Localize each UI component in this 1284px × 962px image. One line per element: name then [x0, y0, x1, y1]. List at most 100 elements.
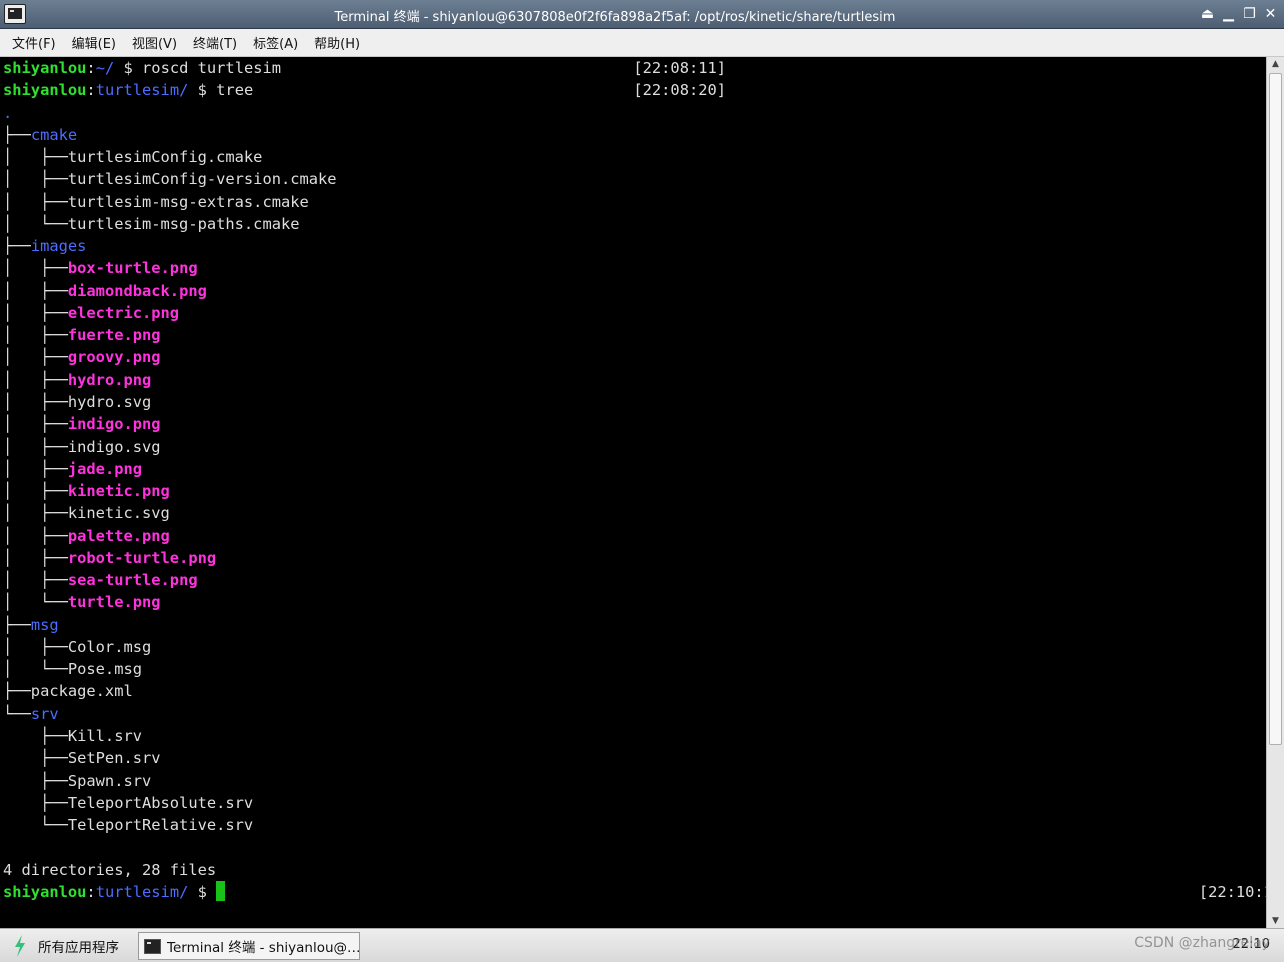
menu-bar: 文件(F) 编辑(E) 视图(V) 终端(T) 标签(A) 帮助(H)	[0, 29, 1284, 57]
terminal-text: :	[86, 59, 96, 77]
terminal-text: fuerte.png	[67, 326, 161, 345]
terminal-text: $ tree	[188, 81, 254, 100]
menu-file[interactable]: 文件(F)	[12, 33, 56, 52]
maximize-icon[interactable]: ❐	[1240, 5, 1259, 24]
terminal-text: shiyanlou	[3, 59, 87, 77]
menu-edit[interactable]: 编辑(E)	[72, 33, 116, 52]
terminal-line: │ ├──kinetic.png	[3, 480, 1263, 502]
watermark: CSDN @zhangrelay	[1134, 935, 1270, 951]
terminal-text: ├──TeleportAbsolute.srv	[3, 793, 254, 812]
terminal-line: ├──Spawn.srv	[3, 770, 1263, 792]
terminal-line: │ ├──palette.png	[3, 525, 1263, 547]
terminal-text: .	[3, 103, 13, 122]
terminal-text: │ ├──	[3, 526, 68, 545]
terminal-line: │ ├──kinetic.svg	[3, 502, 1263, 524]
terminal-text: │ ├──	[3, 482, 68, 501]
terminal-text: srv	[30, 704, 59, 723]
terminal-text: ├──Spawn.srv	[3, 771, 152, 790]
terminal-text: box-turtle.png	[67, 259, 198, 278]
terminal-text: │ ├──	[3, 370, 68, 389]
terminal-line: │ ├──hydro.svg	[3, 391, 1263, 413]
close-icon[interactable]: ✕	[1261, 5, 1280, 24]
taskbar-terminal-label: Terminal 终端 - shiyanlou@…	[167, 940, 360, 956]
terminal-text: kinetic.png	[67, 482, 170, 501]
text-cursor	[216, 880, 226, 901]
prompt-timestamp: [22:08:20]	[633, 81, 727, 100]
terminal-line: ├──Kill.srv	[3, 725, 1263, 747]
terminal-text: images	[30, 237, 87, 256]
terminal-text: │ ├──turtlesimConfig-version.cmake	[3, 170, 337, 189]
terminal-text: $ roscd turtlesim	[114, 59, 282, 77]
terminal-text: │ └──	[3, 593, 68, 612]
prompt-timestamp: [22:08:11]	[633, 59, 727, 77]
vertical-scrollbar[interactable]: ▲ ▼	[1266, 57, 1284, 928]
terminal-text: │ └──Pose.msg	[3, 660, 142, 679]
terminal-text: groovy.png	[67, 348, 161, 367]
terminal-line: │ ├──groovy.png	[3, 346, 1263, 368]
start-menu-button[interactable]: 所有应用程序	[4, 932, 125, 960]
menu-help[interactable]: 帮助(H)	[314, 33, 360, 52]
terminal-text: ├──package.xml	[3, 682, 133, 701]
terminal-line: │ ├──electric.png	[3, 302, 1263, 324]
terminal-text: ├──SetPen.srv	[3, 749, 161, 768]
terminal-text: └──TeleportRelative.srv	[3, 816, 254, 835]
terminal-line: └──TeleportRelative.srv	[3, 814, 1263, 836]
terminal-text: │ ├──	[3, 326, 68, 345]
terminal-line: shiyanlou:~/ $ roscd turtlesim [22:08:11]	[3, 57, 1263, 79]
terminal-line: │ ├──indigo.png	[3, 413, 1263, 435]
menu-view[interactable]: 视图(V)	[132, 33, 177, 52]
terminal-line: ├──package.xml	[3, 680, 1263, 702]
terminal-text: hydro.png	[67, 370, 152, 389]
terminal-text: │ ├──	[3, 415, 68, 434]
terminal-task-icon	[144, 938, 161, 954]
minimize-icon[interactable]: ▁	[1219, 5, 1238, 24]
shade-icon[interactable]: ⏏	[1198, 5, 1217, 24]
terminal-text: │ ├──turtlesimConfig.cmake	[3, 148, 263, 167]
terminal-line: │ ├──indigo.svg	[3, 436, 1263, 458]
start-menu-label: 所有应用程序	[38, 940, 119, 956]
terminal-line: │ ├──robot-turtle.png	[3, 547, 1263, 569]
terminal-text: │ ├──	[3, 281, 68, 300]
terminal-text: │ ├──	[3, 348, 68, 367]
scroll-down-icon[interactable]: ▼	[1267, 914, 1284, 928]
terminal-text: ├──Kill.srv	[3, 726, 142, 745]
menu-tabs[interactable]: 标签(A)	[253, 33, 298, 52]
terminal-line: ├──SetPen.srv	[3, 747, 1263, 769]
terminal-text: palette.png	[67, 526, 170, 545]
terminal-text: │ ├──hydro.svg	[3, 392, 152, 411]
terminal-line: │ ├──turtlesim-msg-extras.cmake	[3, 191, 1263, 213]
terminal-text: ~/	[95, 59, 115, 77]
scrollbar-thumb[interactable]	[1269, 73, 1282, 745]
terminal-text: └──	[3, 704, 31, 723]
terminal-text: ├──	[3, 615, 31, 634]
terminal-line: │ ├──jade.png	[3, 458, 1263, 480]
taskbar-terminal-task[interactable]: Terminal 终端 - shiyanlou@…	[138, 932, 360, 960]
terminal-text: jade.png	[67, 459, 143, 478]
terminal-text: sea-turtle.png	[67, 571, 198, 590]
terminal-text: :	[86, 882, 96, 901]
title-bar[interactable]: Terminal 终端 - shiyanlou@6307808e0f2f6fa8…	[0, 0, 1284, 29]
terminal-line: │ ├──turtlesimConfig.cmake	[3, 146, 1263, 168]
terminal-line: │ └──turtle.png	[3, 591, 1263, 613]
terminal-line: ├──images	[3, 235, 1263, 257]
terminal-text: shiyanlou	[3, 882, 87, 901]
terminal-line: │ └──turtlesim-msg-paths.cmake	[3, 213, 1263, 235]
terminal-line: shiyanlou:turtlesim/ $ tree [22:08:20]	[3, 79, 1263, 101]
terminal-line: ├──TeleportAbsolute.srv	[3, 792, 1263, 814]
terminal-output[interactable]: shiyanlou:~/ $ roscd turtlesim [22:08:11]…	[0, 57, 1266, 928]
terminal-line: ├──cmake	[3, 124, 1263, 146]
terminal-line: │ ├──box-turtle.png	[3, 257, 1263, 279]
terminal-text: indigo.png	[67, 415, 161, 434]
terminal-app-icon[interactable]	[4, 4, 26, 24]
terminal-text: │ ├──	[3, 459, 68, 478]
window-title: Terminal 终端 - shiyanlou@6307808e0f2f6fa8…	[334, 10, 896, 25]
terminal-text: │ ├──	[3, 571, 68, 590]
terminal-text: $	[188, 882, 217, 901]
terminal-text: turtlesim/	[95, 882, 189, 901]
terminal-line: 4 directories, 28 files	[3, 859, 1263, 881]
terminal-text: │ ├──turtlesim-msg-extras.cmake	[3, 192, 309, 211]
menu-terminal[interactable]: 终端(T)	[193, 33, 237, 52]
scroll-up-icon[interactable]: ▲	[1267, 57, 1284, 71]
terminal-text: │ ├──	[3, 548, 68, 567]
terminal-line: │ ├──hydro.png	[3, 369, 1263, 391]
